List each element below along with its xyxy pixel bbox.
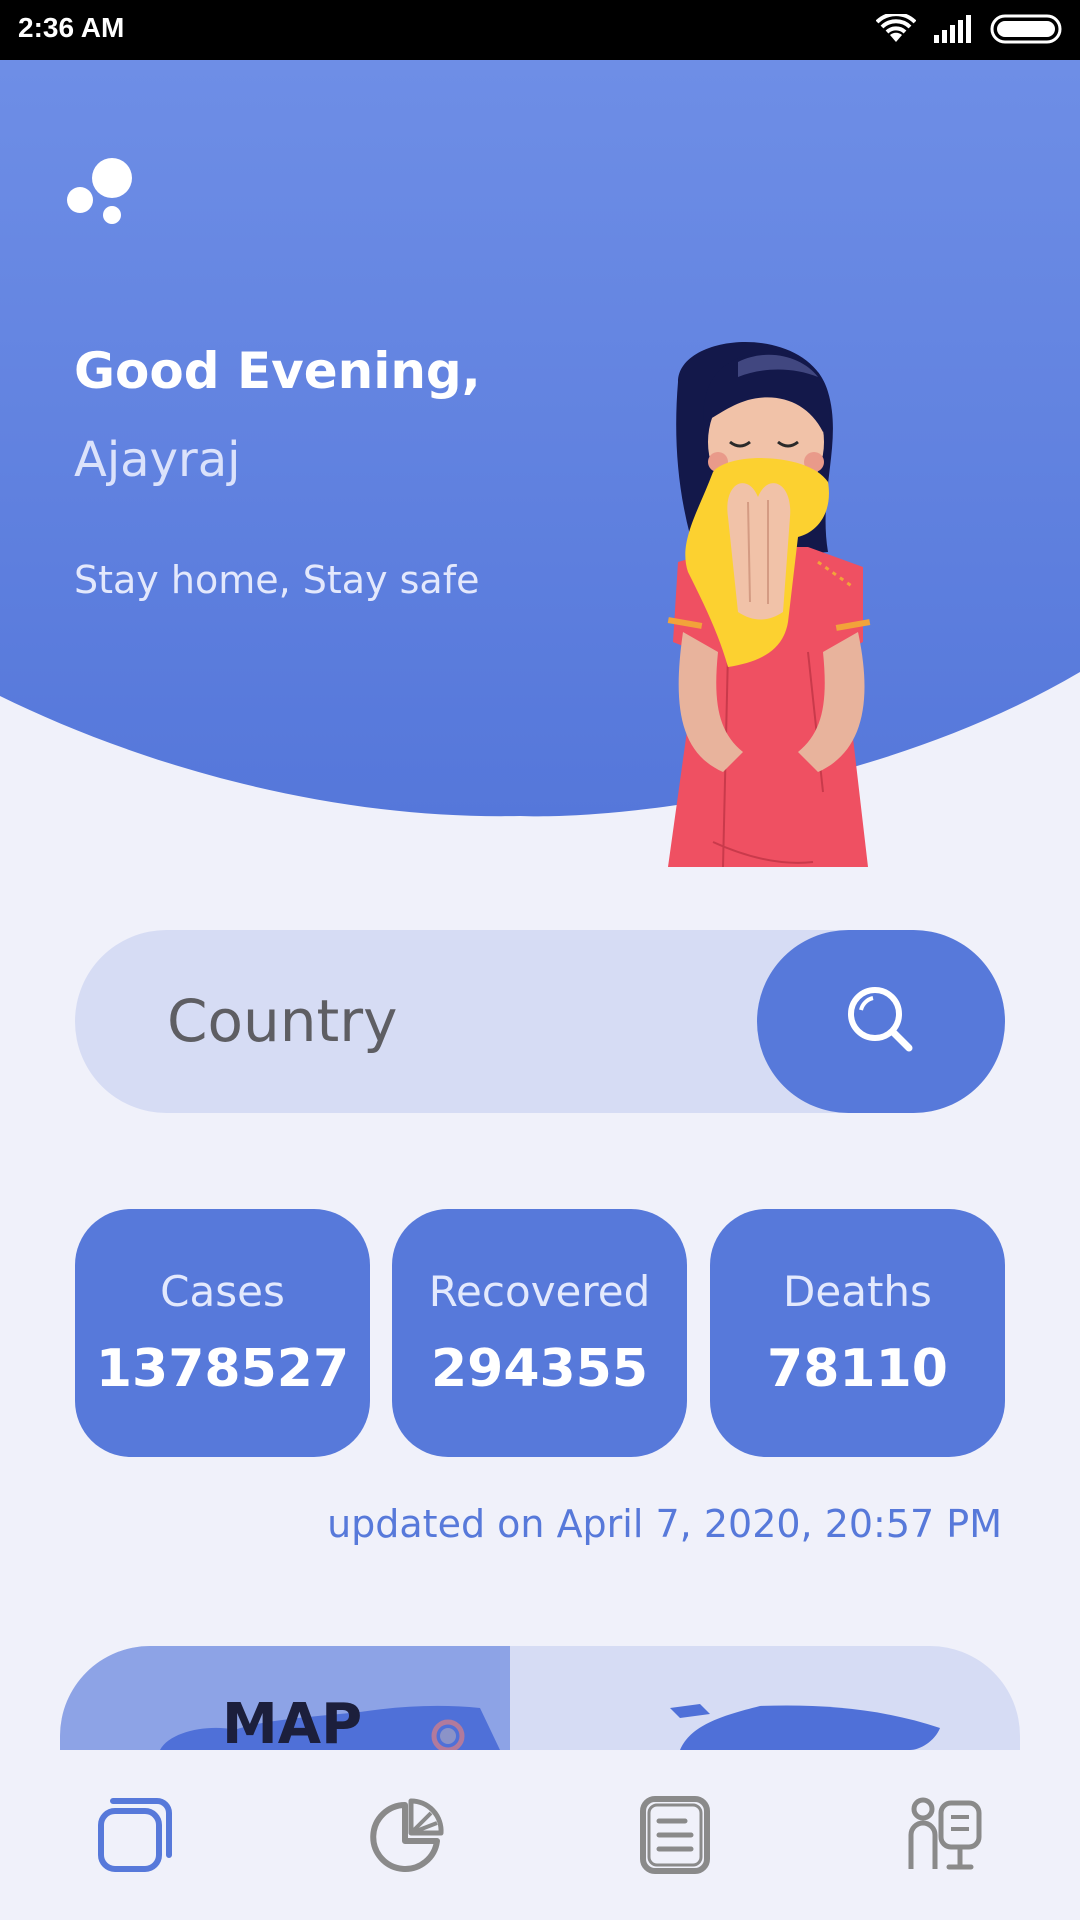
- bottom-navigation: [0, 1750, 1080, 1920]
- greeting-title: Good Evening,: [74, 342, 481, 400]
- doctor-icon: [905, 1795, 985, 1879]
- status-time: 2:36 AM: [18, 12, 125, 43]
- pie-chart-icon: [365, 1795, 445, 1879]
- search-button[interactable]: [757, 930, 1005, 1113]
- world-map-graphic: [160, 1704, 940, 1750]
- deaths-value: 78110: [767, 1339, 948, 1399]
- deaths-label: Deaths: [783, 1267, 932, 1316]
- cases-card: Cases 1378527: [75, 1209, 370, 1457]
- search-icon: [841, 980, 921, 1063]
- tagline: Stay home, Stay safe: [74, 558, 480, 602]
- status-icons: [875, 12, 1064, 48]
- news-icon: [635, 1795, 715, 1879]
- nav-home[interactable]: [90, 1792, 180, 1882]
- last-updated-text: updated on April 7, 2020, 20:57 PM: [327, 1502, 1002, 1546]
- woman-sneezing-illustration: [618, 322, 918, 876]
- nav-statistics[interactable]: [360, 1792, 450, 1882]
- recovered-value: 294355: [430, 1339, 649, 1399]
- nav-news[interactable]: [630, 1792, 720, 1882]
- recovered-card: Recovered 294355: [392, 1209, 687, 1457]
- wifi-icon: [875, 12, 917, 48]
- country-search-bar: [75, 930, 1005, 1113]
- home-icon: [95, 1795, 175, 1879]
- map-card[interactable]: MAP: [60, 1646, 1020, 1750]
- nav-doctor[interactable]: [900, 1792, 990, 1882]
- app-logo: [66, 156, 138, 230]
- cases-label: Cases: [160, 1267, 285, 1316]
- battery-icon: [990, 14, 1064, 48]
- map-card-title: MAP: [222, 1692, 363, 1750]
- username: Ajayraj: [74, 432, 241, 488]
- cases-value: 1378527: [95, 1339, 350, 1399]
- status-bar: 2:36 AM: [0, 0, 1080, 60]
- recovered-label: Recovered: [428, 1267, 651, 1316]
- signal-icon: [934, 15, 972, 47]
- deaths-card: Deaths 78110: [710, 1209, 1005, 1457]
- country-search-input[interactable]: [165, 970, 729, 1072]
